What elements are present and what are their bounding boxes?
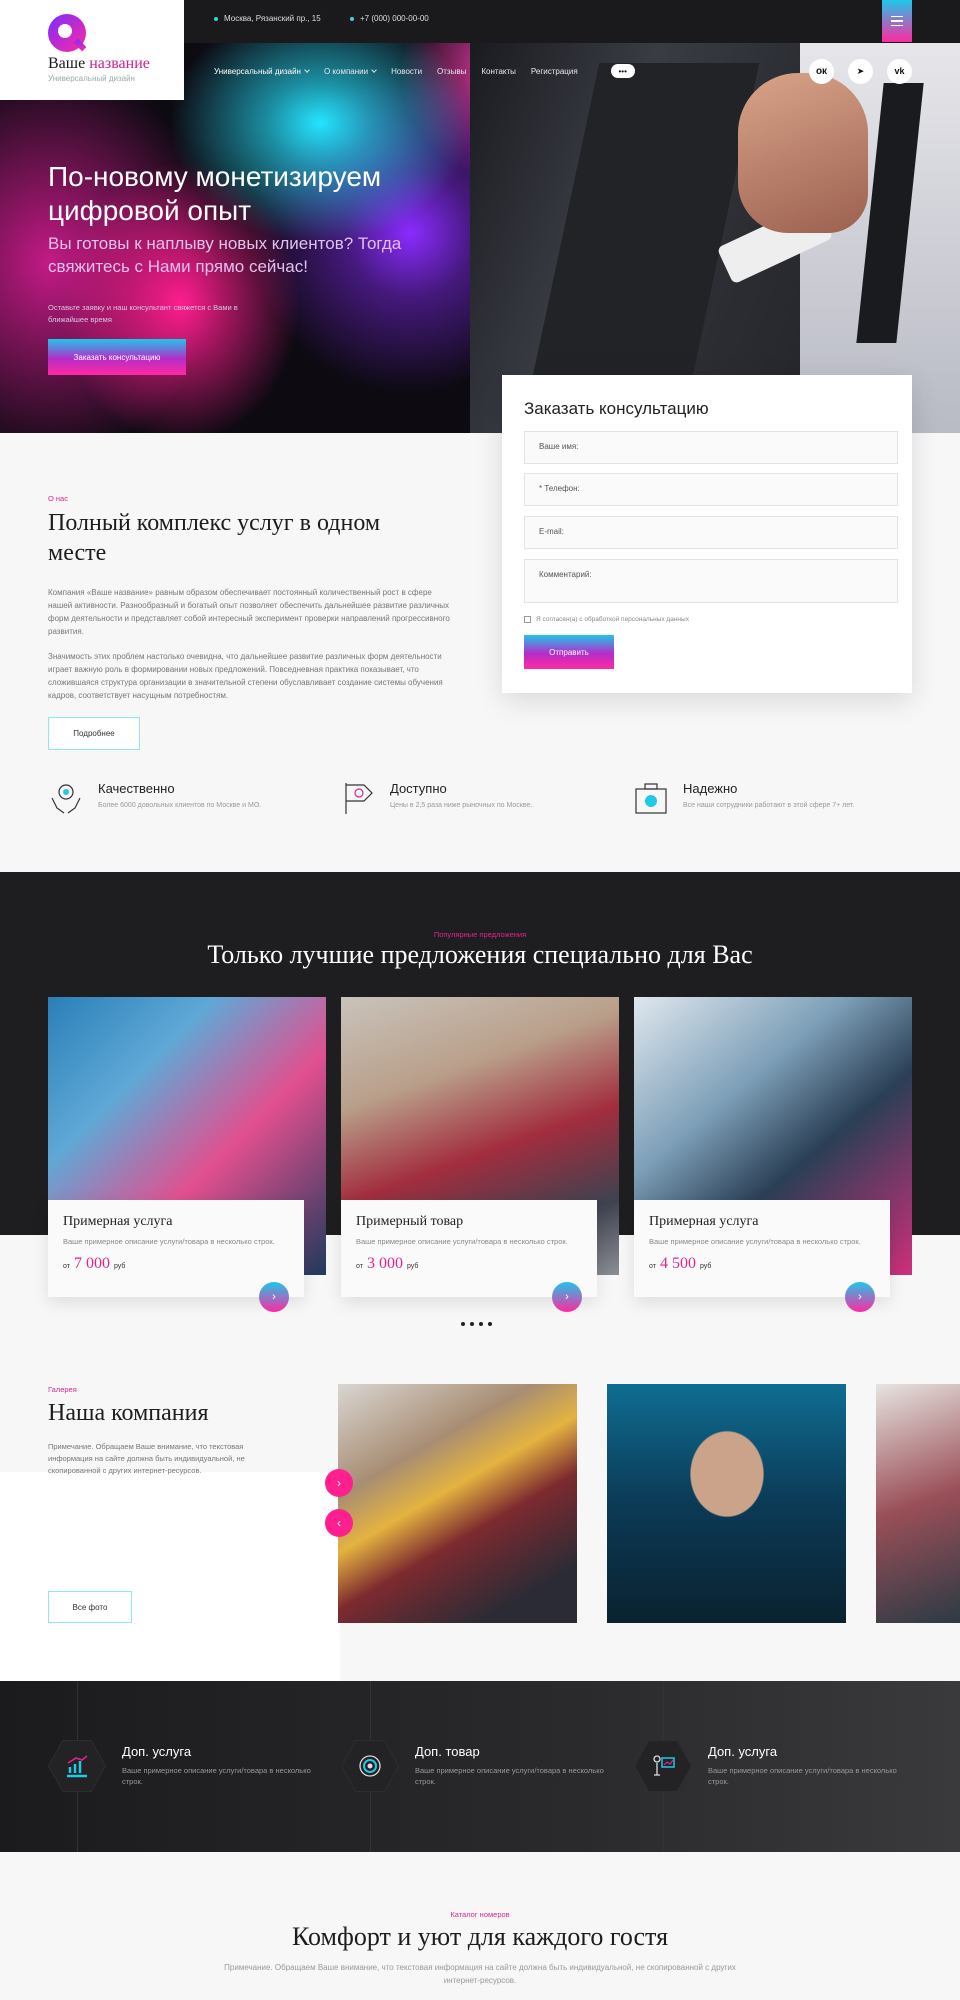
address: Москва, Рязанский пр., 15 <box>214 14 321 23</box>
feature-text-reliable: Все наши сотрудники работают в этой сфер… <box>683 802 855 809</box>
offer-price: от 3 000 руб <box>356 1255 419 1272</box>
email-field[interactable]: E-mail: <box>524 516 898 549</box>
all-photos-button[interactable]: Все фото <box>48 1591 132 1623</box>
about-title: Полный комплекс услуг в одном месте <box>48 510 381 566</box>
service-text: Ваше примерное описание услуги/товара в … <box>708 1766 897 1786</box>
nav-item-contacts[interactable]: Контакты <box>481 67 516 76</box>
address-text: Москва, Рязанский пр., 15 <box>224 14 321 23</box>
gallery-next-button[interactable]: › <box>325 1469 353 1497</box>
offer-desc: Ваше примерное описание услуги/товара в … <box>63 1237 275 1246</box>
catalog-overline: Каталог номеров <box>450 1910 510 1919</box>
nav-item-reviews[interactable]: Отзывы <box>437 67 466 76</box>
hero-subtitle: Вы готовы к наплыву новых клиентов? Тогд… <box>48 234 402 276</box>
service-text: Ваше примерное описание услуги/товара в … <box>122 1766 311 1786</box>
brand-name: Ваше название <box>48 55 150 72</box>
chevron-down-icon <box>371 66 377 73</box>
offer-desc: Ваше примерное описание услуги/товара в … <box>649 1237 861 1246</box>
service-title: Доп. товар <box>415 1744 480 1759</box>
feature-text-quality: Более 6000 довольных клиентов по Москве … <box>98 802 262 809</box>
briefcase-icon <box>635 783 667 814</box>
telegram-icon[interactable]: ➤ <box>848 58 873 84</box>
offer-title: Примерная услуга <box>649 1214 759 1229</box>
consent-checkbox[interactable] <box>524 616 531 623</box>
feature-title-quality: Качественно <box>98 781 175 796</box>
offer-title: Примерный товар <box>356 1214 464 1229</box>
offer-title: Примерная услуга <box>63 1214 173 1229</box>
chevron-down-icon <box>304 66 310 73</box>
gallery-panel <box>0 1472 340 1682</box>
feature-text-affordable: Цены в 2,5 раза ниже рыночных по Москве. <box>390 802 533 809</box>
logo-icon <box>48 14 87 52</box>
gallery-text: Примечание. Обращаем Ваше внимание, что … <box>48 1442 245 1475</box>
hamburger-menu-button[interactable] <box>882 0 912 42</box>
chevron-right-icon[interactable]: › <box>845 1282 875 1312</box>
consent-label: Я согласен(а) с обработкой персональных … <box>536 616 689 623</box>
gallery-photo-1[interactable] <box>338 1384 577 1623</box>
nav-item-design[interactable]: Универсальный дизайн <box>214 66 310 76</box>
about-paragraph-1: Компания «Ваше название» равным образом … <box>48 588 450 636</box>
logo[interactable]: Ваше название Универсальный дизайн <box>0 0 184 100</box>
feature-title-reliable: Надежно <box>683 781 738 796</box>
nav-item-news[interactable]: Новости <box>391 67 422 76</box>
phone-text[interactable]: +7 (000) 000-00-00 <box>360 14 429 23</box>
offer-card[interactable]: Примерная услуга Ваше примерное описание… <box>48 1200 304 1297</box>
main-nav: Универсальный дизайн О компании Новости … <box>184 43 960 99</box>
more-menu-button[interactable]: ••• <box>610 64 635 78</box>
offer-desc: Ваше примерное описание услуги/товара в … <box>356 1237 568 1246</box>
catalog-title: Комфорт и уют для каждого гостя <box>291 1922 669 1951</box>
chevron-right-icon[interactable]: › <box>259 1282 289 1312</box>
service-title: Доп. услуга <box>122 1744 192 1759</box>
hero-cta-button[interactable]: Заказать консультацию <box>48 339 186 375</box>
offers-overline: Популярные предложения <box>433 930 527 939</box>
phone-dot-icon <box>350 16 354 21</box>
price-tag-icon <box>345 783 373 814</box>
brand-tagline: Универсальный дизайн <box>48 74 135 83</box>
submit-button[interactable]: Отправить <box>524 635 614 669</box>
about-paragraph-2: Значимость этих проблем настолько очевид… <box>48 652 443 700</box>
location-dot-icon <box>214 16 218 21</box>
more-button[interactable]: Подробнее <box>48 717 140 750</box>
service-text: Ваше примерное описание услуги/товара в … <box>415 1766 604 1786</box>
hero-title: По-новому монетизируем цифровой опыт <box>48 161 382 226</box>
gallery-overline: Галерея <box>48 1385 77 1394</box>
hero-note: Оставьте заявку и наш консультант свяжет… <box>48 303 238 324</box>
form-title: Заказать консультацию <box>524 399 709 418</box>
gallery-photo-3[interactable] <box>876 1384 960 1623</box>
gallery-prev-button[interactable]: ‹ <box>325 1509 353 1537</box>
catalog-text: Примечание. Обращаем Ваше внимание, что … <box>224 1963 736 1985</box>
consent-checkbox-row[interactable]: Я согласен(а) с обработкой персональных … <box>524 616 689 623</box>
vk-icon[interactable]: vk <box>887 58 912 84</box>
nav-item-register[interactable]: Регистрация <box>531 67 578 76</box>
offer-price: от 7 000 руб <box>63 1255 126 1272</box>
about-overline: О нас <box>48 494 68 503</box>
comment-field[interactable]: Комментарий: <box>524 559 898 603</box>
chevron-right-icon[interactable]: › <box>552 1282 582 1312</box>
nav-item-about[interactable]: О компании <box>324 66 377 76</box>
carousel-dots[interactable] <box>461 1322 492 1326</box>
service-title: Доп. услуга <box>708 1744 778 1759</box>
consultation-form: Заказать консультацию Ваше имя: * Телефо… <box>502 375 912 693</box>
phone[interactable]: +7 (000) 000-00-00 <box>350 14 429 23</box>
offer-price: от 4 500 руб <box>649 1255 712 1272</box>
phone-field[interactable]: * Телефон: <box>524 473 898 506</box>
gallery-title: Наша компания <box>48 1400 209 1426</box>
offer-card[interactable]: Примерная услуга Ваше примерное описание… <box>634 1200 890 1297</box>
offer-card[interactable]: Примерный товар Ваше примерное описание … <box>341 1200 597 1297</box>
name-field[interactable]: Ваше имя: <box>524 431 898 464</box>
offers-title: Только лучшие предложения специально для… <box>207 940 753 969</box>
feature-title-affordable: Доступно <box>390 781 447 796</box>
gallery-photo-2[interactable] <box>607 1384 846 1623</box>
odnoklassniki-icon[interactable]: ок <box>809 58 834 84</box>
hands-heart-icon <box>51 784 81 814</box>
